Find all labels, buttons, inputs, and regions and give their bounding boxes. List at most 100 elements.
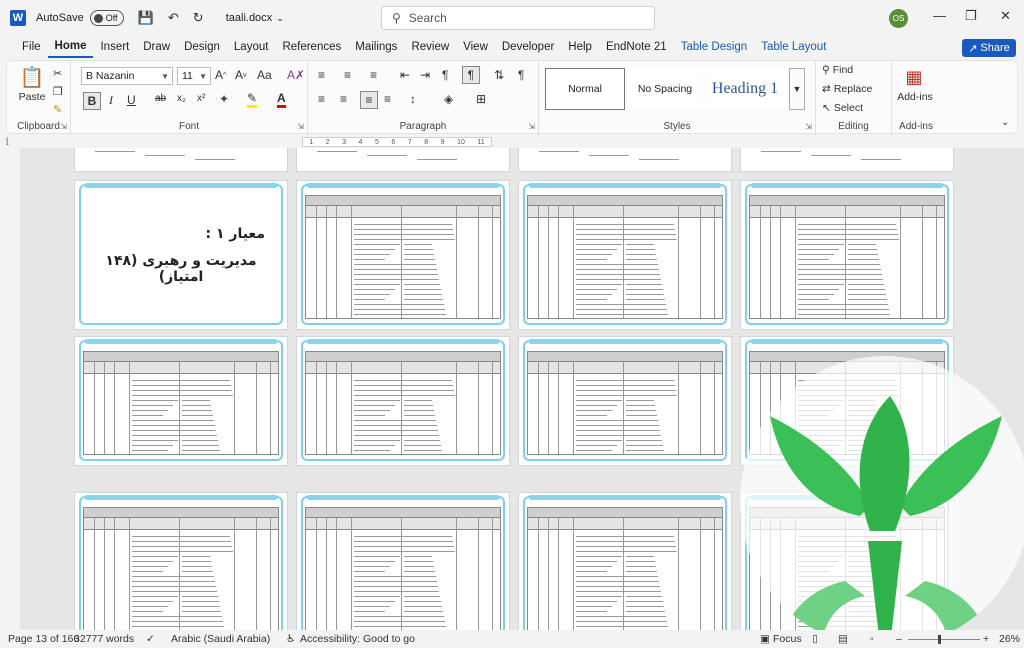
paste-icon[interactable]: 📋 [19, 65, 45, 89]
search-input[interactable]: ⚲ Search [381, 6, 655, 30]
font-color-icon[interactable]: A [277, 91, 286, 108]
clear-formatting-icon[interactable]: A✗ [287, 68, 305, 82]
save-icon[interactable]: 💾 [138, 10, 154, 26]
tab-file[interactable]: File [15, 36, 48, 58]
page-thumbnail[interactable] [518, 492, 732, 630]
tab-endnote[interactable]: EndNote 21 [599, 36, 674, 58]
page-thumbnail[interactable] [74, 148, 288, 172]
addins-icon[interactable]: ▦ [902, 66, 926, 88]
italic-button[interactable]: I [109, 93, 113, 108]
decrease-indent-icon[interactable]: ⇤ [400, 68, 410, 82]
page-thumbnail[interactable] [740, 148, 954, 172]
tab-developer[interactable]: Developer [495, 36, 561, 58]
grow-font-icon[interactable]: A ^ [215, 68, 226, 82]
tab-help[interactable]: Help [561, 36, 599, 58]
close-icon[interactable]: ✕ [1000, 8, 1011, 24]
page-thumbnail[interactable] [518, 336, 732, 466]
restore-icon[interactable]: ❐ [965, 8, 977, 24]
zoom-slider[interactable] [908, 639, 980, 640]
addins-button[interactable]: Add-ins [892, 91, 938, 103]
tab-table-design[interactable]: Table Design [674, 36, 754, 58]
dialog-launcher-icon[interactable]: ⇲ [297, 122, 304, 131]
line-spacing-icon[interactable]: ↕ [410, 92, 416, 106]
dialog-launcher-icon[interactable]: ⇲ [60, 122, 67, 131]
dialog-launcher-icon[interactable]: ⇲ [805, 122, 812, 131]
font-name-select[interactable]: B Nazanin ▼ [81, 67, 173, 85]
strikethrough-button[interactable]: ab [155, 93, 166, 104]
align-left-icon[interactable]: ≡ [318, 92, 325, 106]
underline-button[interactable]: U [127, 93, 136, 107]
collapse-ribbon-icon[interactable]: ⌄ [1001, 117, 1009, 128]
word-count[interactable]: 32777 words [74, 633, 134, 645]
redo-icon[interactable]: ↻ [193, 10, 204, 26]
multilevel-list-icon[interactable]: ≡ [370, 68, 377, 82]
ltr-button[interactable]: ¶ [462, 66, 480, 84]
bold-button[interactable]: B [83, 92, 101, 110]
minimize-icon[interactable]: — [933, 8, 946, 23]
borders-icon[interactable]: ⊞ [476, 92, 486, 106]
highlight-icon[interactable]: ✎ [247, 91, 258, 108]
font-size-select[interactable]: 11 ▼ [177, 67, 211, 85]
sort-icon[interactable]: ⇅ [494, 68, 504, 82]
focus-button[interactable]: Focus [773, 633, 802, 645]
style-normal[interactable]: Normal [545, 68, 625, 110]
cut-icon[interactable]: ✂ [53, 67, 62, 80]
tab-review[interactable]: Review [404, 36, 456, 58]
align-center-icon[interactable]: ≡ [340, 92, 347, 106]
tab-table-layout[interactable]: Table Layout [754, 36, 833, 58]
page-cover[interactable]: معیار ۱ : مدیریت و رهبری (۱۴۸ امتیاز) [74, 180, 288, 330]
numbering-icon[interactable]: ≡ [344, 68, 351, 82]
style-no-spacing[interactable]: No Spacing [627, 68, 703, 110]
replace-button[interactable]: ⇄ Replace [822, 83, 872, 95]
text-effects-icon[interactable]: ✦ [219, 92, 229, 106]
subscript-button[interactable]: x₂ [177, 93, 186, 104]
dialog-launcher-icon[interactable]: ⇲ [528, 122, 535, 131]
undo-icon[interactable]: ↶ [168, 10, 179, 26]
zoom-in-icon[interactable]: + [983, 633, 989, 645]
format-painter-icon[interactable]: ✎ [53, 103, 62, 116]
styles-more-icon[interactable]: ▼ [789, 68, 805, 110]
page-thumbnail[interactable] [296, 148, 510, 172]
read-mode-icon[interactable]: ▯ [812, 633, 818, 645]
copy-icon[interactable]: ❐ [53, 85, 63, 98]
horizontal-ruler[interactable]: 1 2 3 4 5 6 7 8 9 10 11 [302, 137, 492, 147]
tab-mailings[interactable]: Mailings [348, 36, 404, 58]
style-heading-1[interactable]: Heading 1 [705, 68, 785, 110]
tab-home[interactable]: Home [47, 36, 94, 58]
proofing-icon[interactable]: ✓ [146, 633, 155, 645]
avatar[interactable]: OS [889, 9, 908, 28]
page-thumbnail[interactable] [296, 180, 510, 330]
superscript-button[interactable]: x² [197, 93, 205, 104]
rtl-icon[interactable]: ¶ [442, 68, 448, 82]
web-layout-icon[interactable]: ▫ [870, 633, 874, 645]
page-thumbnail[interactable] [518, 180, 732, 330]
document-filename[interactable]: taali.docx [226, 12, 272, 24]
tab-selector-icon[interactable]: ⌊ [6, 136, 10, 147]
zoom-out-icon[interactable]: – [896, 633, 902, 645]
print-layout-icon[interactable]: ▤ [838, 633, 848, 645]
page-thumbnail[interactable] [74, 336, 288, 466]
share-button[interactable]: ↗ Share [962, 39, 1016, 57]
select-button[interactable]: ↖ Select [822, 102, 863, 114]
align-right-button[interactable]: ≡ [360, 91, 378, 109]
autosave-toggle[interactable]: Off [89, 10, 124, 26]
language-status[interactable]: Arabic (Saudi Arabia) [171, 633, 270, 645]
tab-insert[interactable]: Insert [93, 36, 136, 58]
tab-layout[interactable]: Layout [227, 36, 276, 58]
tab-references[interactable]: References [275, 36, 348, 58]
justify-icon[interactable]: ≡ [384, 92, 391, 106]
tab-view[interactable]: View [456, 36, 495, 58]
tab-design[interactable]: Design [177, 36, 227, 58]
change-case-icon[interactable]: Aa [257, 68, 272, 82]
page-count[interactable]: Page 13 of 166 [8, 633, 79, 645]
zoom-level[interactable]: 26% [999, 633, 1020, 645]
accessibility-status[interactable]: Accessibility: Good to go [300, 633, 415, 645]
bullets-icon[interactable]: ≡ [318, 68, 325, 82]
zoom-slider-thumb[interactable] [938, 635, 941, 644]
page-thumbnail[interactable] [296, 492, 510, 630]
find-button[interactable]: ⚲ Find [822, 64, 853, 76]
paste-button[interactable]: Paste [13, 91, 51, 103]
increase-indent-icon[interactable]: ⇥ [420, 68, 430, 82]
page-thumbnail[interactable] [518, 148, 732, 172]
shading-icon[interactable]: ◈ [444, 92, 453, 106]
